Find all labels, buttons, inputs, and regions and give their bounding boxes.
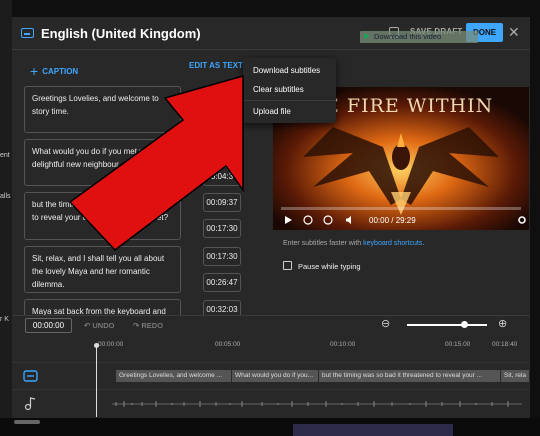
hint-suffix: . (422, 240, 425, 247)
upload-file-item[interactable]: Upload file (243, 102, 336, 121)
ruler-tick: 00:10:00 (330, 341, 356, 348)
timecode-input[interactable]: 00:00:00 (25, 318, 72, 333)
timeline-ruler: 00:00:00 00:05:00 00:10:00 00:15:00 00:1… (98, 341, 530, 355)
caption-text[interactable]: Maya sat back from the keyboard and (32, 307, 166, 315)
clear-subtitles-item[interactable]: Clear subtitles (243, 80, 336, 99)
timeline-caption-segment[interactable]: Sit, rela (501, 370, 530, 382)
caption-text[interactable]: What would you do if you met your deligh… (32, 147, 155, 169)
caption-card[interactable]: Maya sat back from the keyboard and (24, 299, 181, 315)
zoom-out-icon[interactable]: ⊖ (381, 317, 390, 330)
caption-end-time[interactable]: 00:26:47 (203, 273, 241, 292)
caption-list: Greetings Lovelies, and welcome to story… (12, 83, 270, 315)
caption-start-time[interactable] (203, 86, 241, 105)
ruler-tick: 00:05:00 (215, 341, 241, 348)
video-time: 00:00 / 29:29 (369, 216, 416, 225)
background-bar (14, 420, 40, 424)
timeline-caption-segment[interactable]: Greetings Lovelies, and welcome ... (116, 370, 232, 382)
ruler-tick: 00:00:00 (98, 341, 124, 348)
shortcuts-hint: Enter subtitles faster with keyboard sho… (283, 240, 424, 247)
caption-toolbar: + CAPTION EDIT AS TEXT (12, 50, 270, 82)
caption-text[interactable]: Greetings Lovelies, and welcome to story… (32, 94, 159, 116)
redo-label: REDO (141, 321, 164, 330)
caption-start-time[interactable]: 00:32:03 (203, 300, 241, 315)
pause-while-typing-checkbox[interactable] (283, 261, 292, 270)
zoom-slider[interactable] (407, 324, 487, 326)
caption-card[interactable]: Sit, relax, and I shall tell you all abo… (24, 246, 181, 293)
audio-track (12, 389, 530, 415)
video-controls: 00:00 / 29:29 (281, 215, 529, 229)
caption-start-time[interactable]: 00:17:30 (203, 247, 241, 266)
gear-icon[interactable] (517, 215, 527, 225)
background-panel (293, 424, 453, 436)
caption-end-time[interactable]: 00:17:30 (203, 219, 241, 238)
background-label: r K (0, 316, 9, 323)
hint-prefix: Enter subtitles faster with (283, 240, 364, 247)
modal-title: English (United Kingdom) (41, 26, 201, 41)
edit-as-text-button[interactable]: EDIT AS TEXT (189, 61, 243, 70)
add-caption-label: CAPTION (42, 67, 79, 76)
ruler-tick: 00:15:00 (445, 341, 471, 348)
caption-start-time[interactable]: 00:09:37 (203, 193, 241, 212)
timeline-caption-segment[interactable]: What would you do if you... (232, 370, 319, 382)
background-label: alls (0, 193, 11, 200)
caption-text[interactable]: but the timing was so bad it threatened … (32, 200, 169, 222)
page: ent alls r K ids English (United Kingdom… (0, 0, 540, 436)
video-progress-bar[interactable] (281, 207, 521, 210)
keyboard-shortcuts-link[interactable]: keyboard shortcuts (363, 240, 422, 247)
pause-while-typing-label: Pause while typing (298, 262, 361, 271)
undo-label: UNDO (92, 321, 115, 330)
caption-end-time[interactable]: 00:04:37 (203, 167, 241, 186)
timeline-caption-segment[interactable]: but the timing was so bad it threatened … (319, 370, 501, 382)
caption-card[interactable]: What would you do if you met your deligh… (24, 139, 181, 186)
rewind-icon[interactable] (303, 215, 313, 225)
timeline-toolbar: 00:00:00 ↶ UNDO ↷ REDO ⊖ ⊕ (12, 315, 530, 335)
caption-card[interactable]: Greetings Lovelies, and welcome to story… (24, 86, 181, 133)
close-icon[interactable]: ✕ (508, 24, 520, 41)
add-caption-button[interactable]: + CAPTION (30, 61, 79, 79)
volume-icon[interactable] (345, 215, 355, 225)
video-title-overlay: E FIRE WITHIN (325, 95, 494, 117)
play-icon[interactable] (283, 215, 293, 225)
music-note-icon (24, 397, 36, 411)
menu-divider (243, 100, 336, 101)
caption-text[interactable]: Sit, relax, and I shall tell you all abo… (32, 254, 164, 289)
timeline-playhead[interactable] (94, 343, 99, 417)
plus-icon: + (30, 63, 39, 79)
undo-button[interactable]: ↶ UNDO (84, 321, 114, 330)
ruler-tick: 00:18:40 (492, 341, 518, 348)
zoom-slider-handle[interactable] (461, 321, 468, 328)
download-video-badge[interactable]: Download this video (360, 31, 478, 43)
background-footer (0, 418, 540, 436)
redo-button[interactable]: ↷ REDO (133, 321, 163, 330)
zoom-in-icon[interactable]: ⊕ (498, 317, 507, 330)
caption-card[interactable]: but the timing was so bad it threatened … (24, 192, 181, 240)
background-label: ent (0, 152, 10, 159)
forward-icon[interactable] (323, 215, 333, 225)
options-menu: Download subtitles Clear subtitles Uploa… (243, 58, 336, 123)
download-subtitles-item[interactable]: Download subtitles (243, 61, 336, 80)
audio-waveform (112, 401, 522, 407)
caption-track: Greetings Lovelies, and welcome ... What… (12, 362, 530, 388)
background-sidebar (0, 0, 12, 436)
subtitles-icon (21, 28, 34, 38)
subtitles-track-icon (23, 370, 38, 382)
